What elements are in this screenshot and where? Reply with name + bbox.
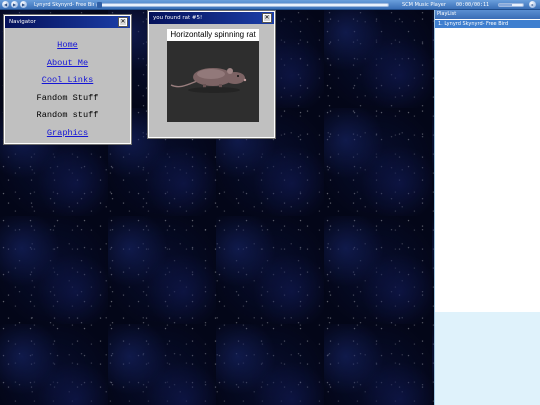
next-button[interactable]: ▶ bbox=[20, 1, 27, 8]
volume-slider[interactable] bbox=[498, 2, 525, 7]
navigator-titlebar[interactable]: Navigator ✕ bbox=[5, 16, 130, 28]
music-player-bar: ◀ ▶ ▶ Lynyrd Skynyrd- Free Bird SCM Musi… bbox=[0, 0, 540, 10]
play-button[interactable]: ▶ bbox=[11, 1, 18, 8]
nav-link-home[interactable]: Home bbox=[5, 37, 130, 55]
navigator-menu: Home About Me Cool Links Fandom Stuff Ra… bbox=[5, 28, 130, 143]
player-toggle-button[interactable]: ▸ bbox=[529, 1, 537, 8]
player-time: 00:00/00:11 bbox=[455, 1, 490, 8]
now-playing-title: Lynyrd Skynyrd- Free Bird bbox=[34, 1, 94, 8]
close-icon[interactable]: ✕ bbox=[118, 17, 128, 27]
volume-level bbox=[499, 3, 513, 6]
nav-item-random-stuff: Random stuff bbox=[36, 110, 99, 121]
rat-found-window: you found rat #5! ✕ Horizontally spinnin… bbox=[147, 10, 276, 139]
rat-gif: Horizontally spinning rat bbox=[167, 29, 259, 122]
nav-link-cool-links[interactable]: Cool Links bbox=[5, 72, 130, 90]
playlist-item[interactable]: 1. Lynyrd Skynyrd- Free Bird bbox=[435, 20, 540, 28]
nav-item-fandom-stuff: Fandom Stuff bbox=[36, 92, 99, 103]
seek-knob[interactable] bbox=[97, 1, 102, 8]
playlist-panel: PlayList 1. Lynyrd Skynyrd- Free Bird bbox=[434, 10, 540, 405]
rat-window-titlebar[interactable]: you found rat #5! ✕ bbox=[149, 12, 274, 24]
close-icon[interactable]: ✕ bbox=[262, 13, 272, 23]
nav-link-about-me[interactable]: About Me bbox=[5, 55, 130, 73]
navigator-title: Navigator bbox=[9, 19, 36, 25]
player-app-name: SCM Music Player bbox=[402, 1, 446, 8]
previous-button[interactable]: ◀ bbox=[2, 1, 9, 8]
rat-window-title: you found rat #5! bbox=[153, 15, 203, 21]
playlist-title: PlayList bbox=[435, 10, 540, 19]
nav-link-graphics[interactable]: Graphics bbox=[5, 125, 130, 143]
rat-caption: Horizontally spinning rat bbox=[167, 29, 259, 41]
navigator-window: Navigator ✕ Home About Me Cool Links Fan… bbox=[3, 14, 132, 145]
playlist-body: PlayList 1. Lynyrd Skynyrd- Free Bird bbox=[435, 10, 540, 312]
seek-slider[interactable] bbox=[96, 1, 389, 8]
spinning-rat-image bbox=[167, 41, 259, 122]
